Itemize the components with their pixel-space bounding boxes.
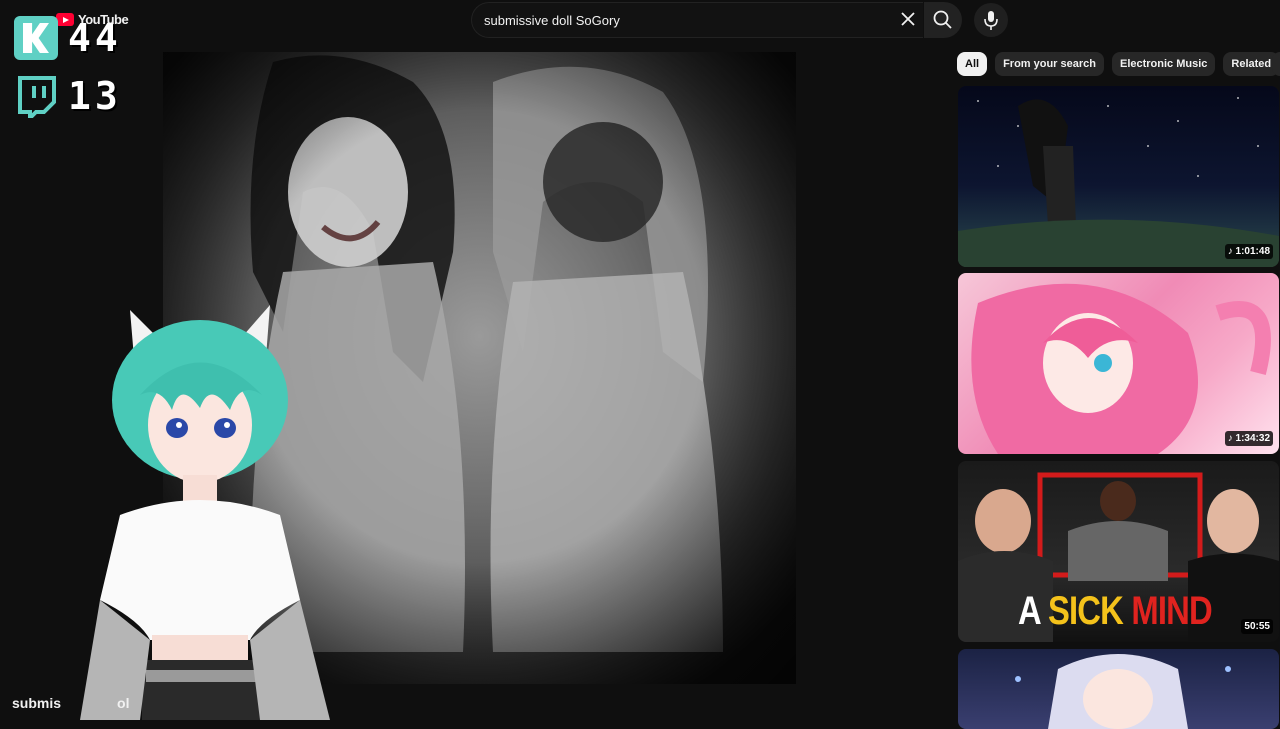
music-note-icon: ♪ xyxy=(1227,433,1236,444)
chip-electronic-music[interactable]: Electronic Music xyxy=(1111,52,1216,76)
kick-counter: 44 xyxy=(14,16,122,60)
chip-overflow[interactable] xyxy=(1272,52,1280,76)
voice-search-button[interactable] xyxy=(974,3,1008,37)
close-icon xyxy=(901,12,915,26)
recommendation-thumbnail[interactable] xyxy=(958,649,1279,729)
music-note-icon: ♪ xyxy=(1227,246,1236,257)
video-duration: ♪ 1:34:32 xyxy=(1224,431,1273,446)
chip-from-your-search[interactable]: From your search xyxy=(995,52,1104,76)
search-icon xyxy=(933,10,952,29)
chip-related[interactable]: Related xyxy=(1223,52,1280,76)
video-duration: ♪ 1:01:48 xyxy=(1224,244,1273,259)
twitch-viewer-count: 13 xyxy=(68,74,122,118)
recommendation-thumbnail[interactable]: ♪ 1:01:48 xyxy=(958,86,1279,267)
kick-logo-icon xyxy=(14,16,58,60)
recommendation-thumbnail[interactable]: ♪ 1:34:32 xyxy=(958,273,1279,454)
vtuber-avatar xyxy=(80,305,330,720)
search-button[interactable] xyxy=(924,2,962,38)
thumbnail-image xyxy=(1015,654,1231,729)
recommendation-thumbnail[interactable]: A SICK MIND 50:55 xyxy=(958,461,1279,642)
video-title-partial: submis ol xyxy=(12,695,130,711)
thumbnail-image xyxy=(971,283,1271,454)
filter-chips: All From your search Electronic Music Re… xyxy=(957,52,1280,76)
thumbnail-image xyxy=(958,97,1279,267)
clear-search-button[interactable] xyxy=(897,8,919,30)
search-box[interactable]: submissive doll SoGory xyxy=(471,2,923,38)
thumbnail-title-overlay: A SICK MIND xyxy=(1018,589,1213,633)
video-duration: 50:55 xyxy=(1241,619,1273,634)
mic-icon xyxy=(984,11,998,30)
kick-viewer-count: 44 xyxy=(68,16,122,60)
search-input[interactable]: submissive doll SoGory xyxy=(484,13,620,28)
twitch-counter: 13 xyxy=(14,74,122,118)
twitch-logo-icon xyxy=(18,76,56,118)
chip-all[interactable]: All xyxy=(957,52,988,76)
